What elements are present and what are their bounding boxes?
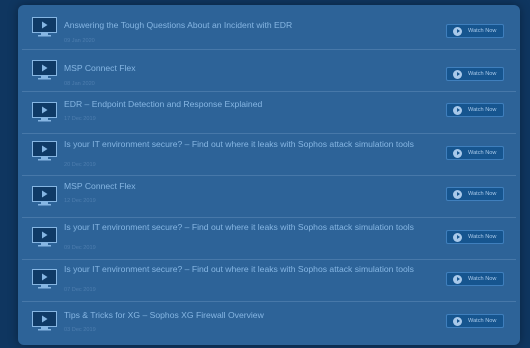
play-icon [453, 26, 462, 36]
list-item: MSP Connect Flex 12 Dec 2019 Watch Now [22, 175, 516, 217]
video-title[interactable]: Is your IT environment secure? – Find ou… [64, 264, 416, 275]
play-icon [453, 232, 462, 242]
list-item: MSP Connect Flex 08 Jan 2020 Watch Now [22, 49, 516, 91]
play-icon [453, 69, 462, 79]
watch-now-button[interactable]: Watch Now [446, 67, 504, 81]
list-item: Is your IT environment secure? – Find ou… [22, 259, 516, 301]
video-date: 09 Dec 2019 [64, 245, 96, 251]
watch-now-button[interactable]: Watch Now [446, 187, 504, 201]
watch-now-button[interactable]: Watch Now [446, 314, 504, 328]
play-icon [453, 274, 462, 284]
watch-now-button[interactable]: Watch Now [446, 103, 504, 117]
monitor-icon [32, 17, 57, 37]
monitor-icon [32, 102, 57, 122]
video-date: 09 Jan 2020 [64, 38, 95, 44]
video-title[interactable]: Tips & Tricks for XG – Sophos XG Firewal… [64, 310, 416, 321]
video-title[interactable]: Is your IT environment secure? – Find ou… [64, 222, 416, 233]
video-title[interactable]: MSP Connect Flex [64, 181, 416, 192]
video-list-panel: Answering the Tough Questions About an I… [18, 5, 520, 345]
list-item: Answering the Tough Questions About an I… [22, 7, 516, 49]
monitor-icon [32, 269, 57, 289]
watch-now-button[interactable]: Watch Now [446, 24, 504, 38]
list-item: Tips & Tricks for XG – Sophos XG Firewal… [22, 301, 516, 343]
watch-now-button[interactable]: Watch Now [446, 230, 504, 244]
monitor-icon [32, 141, 57, 161]
monitor-icon [32, 60, 57, 80]
video-date: 20 Dec 2019 [64, 162, 96, 168]
list-item: EDR – Endpoint Detection and Response Ex… [22, 91, 516, 133]
watch-now-button[interactable]: Watch Now [446, 146, 504, 160]
play-icon [453, 189, 462, 199]
video-title[interactable]: MSP Connect Flex [64, 63, 416, 74]
monitor-icon [32, 227, 57, 247]
video-title[interactable]: EDR – Endpoint Detection and Response Ex… [64, 99, 416, 110]
video-title[interactable]: Answering the Tough Questions About an I… [64, 20, 416, 31]
play-icon [453, 105, 462, 115]
video-date: 17 Dec 2019 [64, 116, 96, 122]
video-title[interactable]: Is your IT environment secure? – Find ou… [64, 139, 416, 150]
play-icon [453, 148, 462, 158]
play-icon [453, 316, 462, 326]
watch-now-button[interactable]: Watch Now [446, 272, 504, 286]
list-item: Is your IT environment secure? – Find ou… [22, 133, 516, 175]
video-list: Answering the Tough Questions About an I… [22, 7, 516, 343]
video-date: 12 Dec 2019 [64, 198, 96, 204]
video-date: 03 Dec 2019 [64, 327, 96, 333]
monitor-icon [32, 186, 57, 206]
monitor-icon [32, 311, 57, 331]
video-date: 07 Dec 2019 [64, 287, 96, 293]
video-date: 08 Jan 2020 [64, 81, 95, 87]
list-item: Is your IT environment secure? – Find ou… [22, 217, 516, 259]
